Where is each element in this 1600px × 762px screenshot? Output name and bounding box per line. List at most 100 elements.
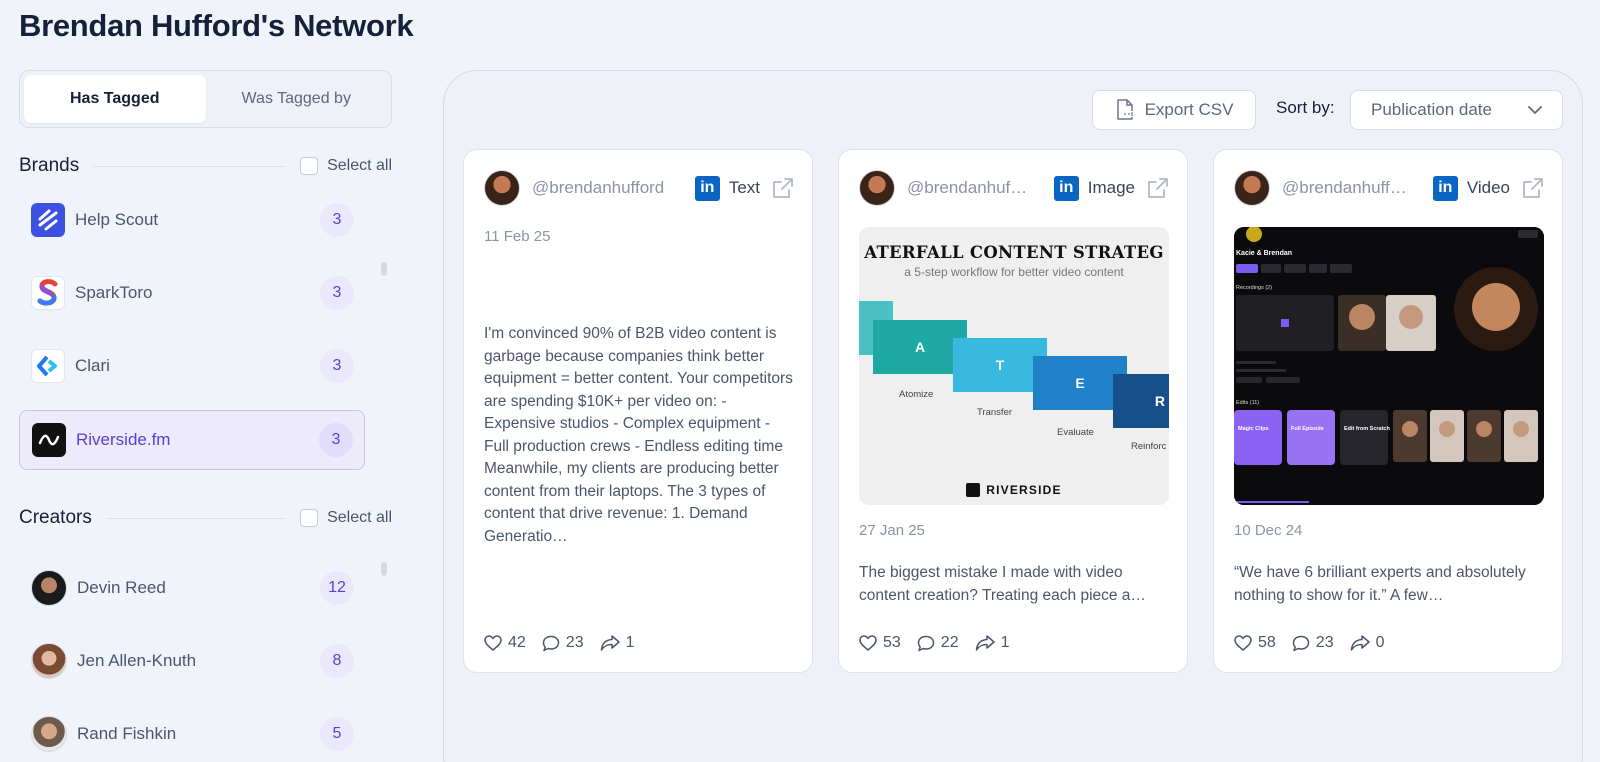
heart-icon (859, 635, 877, 651)
post-stats: 53 22 1 (859, 634, 1026, 652)
external-link-icon[interactable] (772, 177, 794, 199)
video-heading: Kacie & Brendan (1236, 250, 1292, 257)
post-stats: 58 23 0 (1234, 634, 1401, 652)
avatar (1234, 170, 1270, 206)
avatar (859, 170, 895, 206)
creators-select-all[interactable]: Select all (300, 509, 392, 527)
post-stats: 42 23 1 (484, 634, 651, 652)
linkedin-icon: in (1432, 175, 1458, 201)
post-type: Image (1087, 178, 1135, 197)
share-icon (600, 635, 620, 651)
count-badge: 3 (320, 203, 354, 237)
count-badge: 8 (320, 644, 354, 678)
riverside-logo-icon (966, 483, 981, 497)
post-card[interactable]: @brendanhufford in Text 11 Feb 25 I'm co… (463, 149, 813, 673)
video-screenshot: Kacie & Brendan Recordings (2) Edits (11… (1234, 227, 1544, 505)
select-all-label: Select all (327, 157, 392, 174)
brands-title: Brands (19, 155, 80, 176)
comments-count: 22 (940, 634, 959, 651)
help-scout-logo-icon (31, 203, 65, 237)
share-icon (1350, 635, 1370, 651)
external-link-icon[interactable] (1522, 177, 1544, 199)
linkedin-icon: in (694, 175, 720, 201)
post-image[interactable]: ATERFALL CONTENT STRATEG a 5-step workfl… (859, 227, 1169, 505)
card-header: @brendanhuff… in Video (1234, 170, 1544, 206)
clari-logo-icon (31, 349, 65, 383)
csv-file-icon (1116, 99, 1134, 120)
brand-item-riverside[interactable]: Riverside.fm 3 (19, 410, 365, 470)
post-card[interactable]: @brendanhuf… in Image ATERFALL CONTENT S… (838, 149, 1188, 673)
shares-count: 0 (1375, 634, 1385, 651)
likes-stat: 42 (484, 634, 526, 652)
external-link-icon[interactable] (1147, 177, 1169, 199)
sparktoro-logo-icon (31, 276, 65, 310)
avatar (484, 170, 520, 206)
heart-icon (484, 635, 502, 651)
post-type: Video (1466, 178, 1510, 197)
chevron-down-icon (1528, 105, 1542, 114)
checkbox[interactable] (300, 509, 319, 527)
export-csv-label: Export CSV (1144, 100, 1234, 119)
comments-count: 23 (565, 634, 584, 651)
post-video-thumbnail[interactable]: Kacie & Brendan Recordings (2) Edits (11… (1234, 227, 1544, 505)
sort-select[interactable]: Publication date (1350, 90, 1563, 130)
shares-stat: 1 (600, 634, 635, 652)
brand-wordmark: RIVERSIDE (986, 483, 1062, 497)
shares-stat: 1 (975, 634, 1010, 652)
riverside-logo-icon (32, 423, 66, 457)
author-handle[interactable]: @brendanhuff… (1282, 178, 1423, 198)
brand-name: Clari (75, 356, 110, 375)
comments-count: 23 (1315, 634, 1334, 651)
tab-has-tagged[interactable]: Has Tagged (24, 75, 206, 123)
linkedin-icon: in (1053, 175, 1079, 201)
brand-name: SparkToro (75, 283, 153, 302)
step-block: R (1113, 374, 1169, 428)
author-handle[interactable]: @brendanhuf… (907, 178, 1044, 198)
step-caption: Atomize (899, 389, 934, 400)
divider (93, 165, 287, 167)
creator-name: Devin Reed (77, 578, 166, 597)
creators-header: Creators Select all (19, 506, 392, 530)
sort-value: Publication date (1371, 100, 1492, 119)
page-title: Brendan Hufford's Network (19, 8, 414, 43)
brand-item-sparktoro[interactable]: SparkToro 3 (19, 264, 365, 322)
creator-name: Jen Allen-Knuth (77, 651, 197, 670)
creator-item-devin-reed[interactable]: Devin Reed 12 (19, 559, 365, 617)
creator-name: Rand Fishkin (77, 724, 177, 743)
author-handle[interactable]: @brendanhufford (532, 178, 685, 198)
count-badge: 3 (319, 423, 353, 457)
export-csv-button[interactable]: Export CSV (1092, 90, 1256, 130)
avatar (31, 716, 67, 752)
tile-label: Full Episode (1291, 426, 1324, 432)
checkbox[interactable] (300, 157, 319, 175)
brand-item-clari[interactable]: Clari 3 (19, 337, 365, 395)
brand-name: Riverside.fm (76, 430, 171, 449)
creators-scrollbar[interactable] (381, 562, 387, 576)
divider (105, 517, 287, 519)
count-badge: 12 (320, 571, 354, 605)
image-title: ATERFALL CONTENT STRATEG (864, 243, 1164, 262)
heart-icon (1234, 635, 1252, 651)
comment-icon (917, 635, 935, 651)
likes-stat: 53 (859, 634, 901, 652)
likes-stat: 58 (1234, 634, 1276, 652)
creator-item-rand-fishkin[interactable]: Rand Fishkin 5 (19, 705, 365, 762)
post-type: Text (728, 178, 760, 197)
riverside-brand: RIVERSIDE (859, 483, 1169, 497)
likes-count: 42 (508, 634, 526, 651)
likes-count: 53 (883, 634, 901, 651)
sort-label: Sort by: (1276, 98, 1335, 117)
brands-select-all[interactable]: Select all (300, 157, 392, 175)
brand-name: Help Scout (75, 210, 159, 229)
tab-group: Has Tagged Was Tagged by (19, 70, 392, 128)
comment-icon (542, 635, 560, 651)
post-date: 27 Jan 25 (859, 522, 925, 539)
share-icon (975, 635, 995, 651)
post-date: 11 Feb 25 (484, 228, 551, 245)
brand-item-help-scout[interactable]: Help Scout 3 (19, 191, 365, 249)
brands-scrollbar[interactable] (381, 262, 387, 276)
post-card[interactable]: @brendanhuff… in Video Kacie & Brendan R… (1213, 149, 1563, 673)
tab-was-tagged-by[interactable]: Was Tagged by (206, 75, 388, 123)
step-caption: Transfer (977, 407, 1013, 418)
creator-item-jen-allen-knuth[interactable]: Jen Allen-Knuth 8 (19, 632, 365, 690)
